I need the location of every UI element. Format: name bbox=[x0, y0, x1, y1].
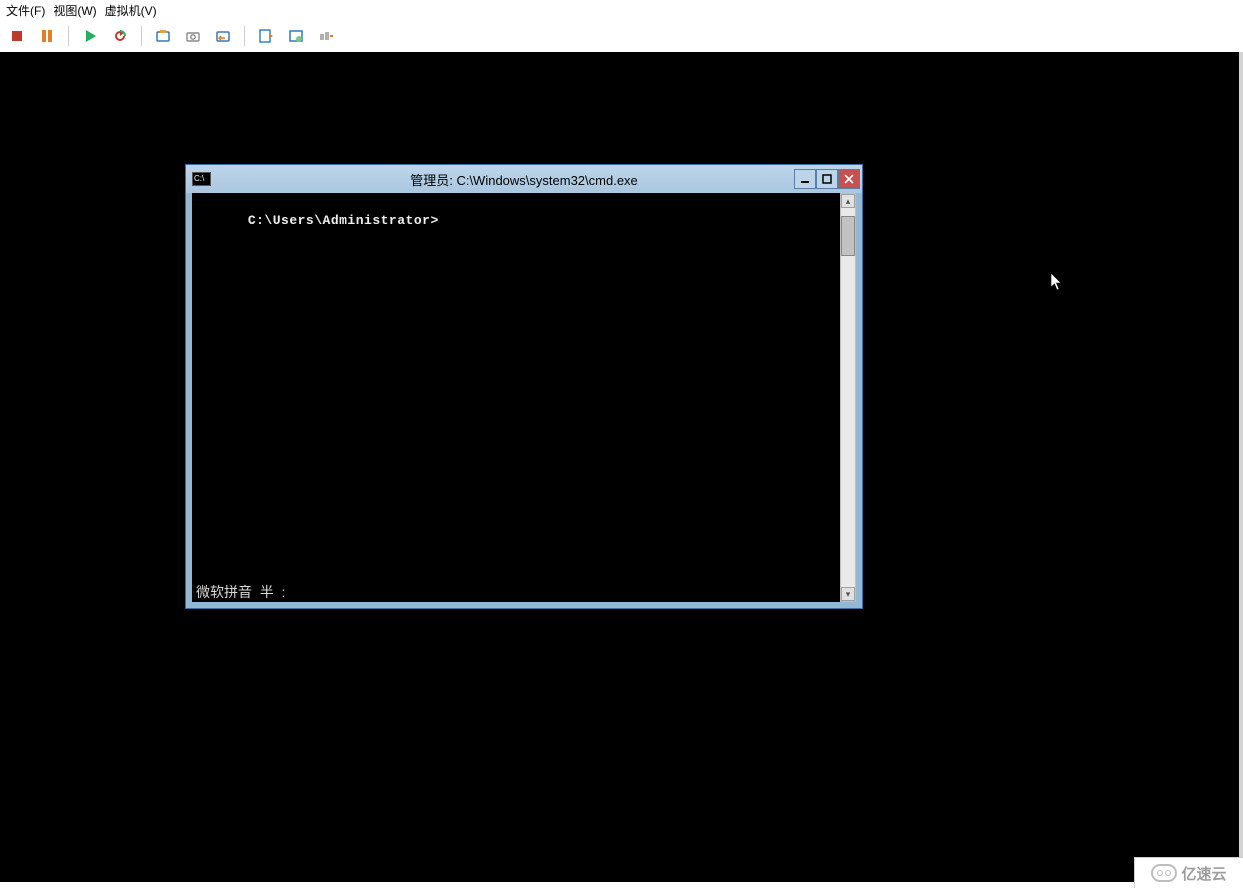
cmd-titlebar[interactable]: C:\ 管理员: C:\Windows\system32\cmd.exe bbox=[186, 165, 862, 193]
maximize-button[interactable] bbox=[816, 169, 838, 189]
snapshot-manage-button[interactable] bbox=[182, 25, 204, 47]
cmd-icon: C:\ bbox=[192, 172, 211, 186]
pause-button[interactable] bbox=[36, 25, 58, 47]
cmd-scrollbar[interactable]: ▴ ▾ bbox=[840, 193, 856, 602]
revert-snapshot-button[interactable] bbox=[212, 25, 234, 47]
ime-status-bar: 微软拼音 半 : bbox=[192, 584, 289, 602]
menu-view[interactable]: 视图(W) bbox=[53, 2, 96, 19]
scroll-down-button[interactable]: ▾ bbox=[841, 587, 855, 601]
stop-button[interactable] bbox=[6, 25, 28, 47]
menu-file[interactable]: 文件(F) bbox=[6, 2, 45, 19]
toolbar-separator bbox=[68, 26, 69, 46]
toolbar-separator bbox=[244, 26, 245, 46]
cmd-prompt: C:\Users\Administrator> bbox=[248, 213, 439, 228]
cmd-body: C:\Users\Administrator> 微软拼音 半 : ▴ ▾ bbox=[192, 193, 856, 602]
cmd-text-area[interactable]: C:\Users\Administrator> 微软拼音 半 : bbox=[192, 193, 840, 602]
toolbar-separator bbox=[141, 26, 142, 46]
fullscreen-button[interactable] bbox=[285, 25, 307, 47]
menubar: 文件(F) 视图(W) 虚拟机(V) bbox=[0, 0, 1243, 20]
watermark: 亿速云 bbox=[1134, 857, 1243, 888]
cmd-window[interactable]: C:\ 管理员: C:\Windows\system32\cmd.exe C:\… bbox=[185, 164, 863, 609]
window-controls bbox=[794, 169, 860, 189]
toolbar bbox=[0, 20, 1243, 52]
unity-button[interactable] bbox=[315, 25, 337, 47]
menu-vm[interactable]: 虚拟机(V) bbox=[105, 2, 157, 19]
snapshot-button[interactable] bbox=[152, 25, 174, 47]
play-button[interactable] bbox=[79, 25, 101, 47]
restart-button[interactable] bbox=[109, 25, 131, 47]
watermark-logo-icon bbox=[1151, 864, 1177, 882]
cmd-title: 管理员: C:\Windows\system32\cmd.exe bbox=[186, 170, 862, 189]
watermark-text: 亿速云 bbox=[1181, 863, 1226, 884]
close-button[interactable] bbox=[838, 169, 860, 189]
scroll-up-button[interactable]: ▴ bbox=[841, 194, 855, 208]
scroll-track[interactable] bbox=[841, 208, 855, 587]
scroll-thumb[interactable] bbox=[841, 216, 855, 256]
install-tools-button[interactable] bbox=[255, 25, 277, 47]
host-scrollbar[interactable] bbox=[1239, 52, 1243, 882]
minimize-button[interactable] bbox=[794, 169, 816, 189]
